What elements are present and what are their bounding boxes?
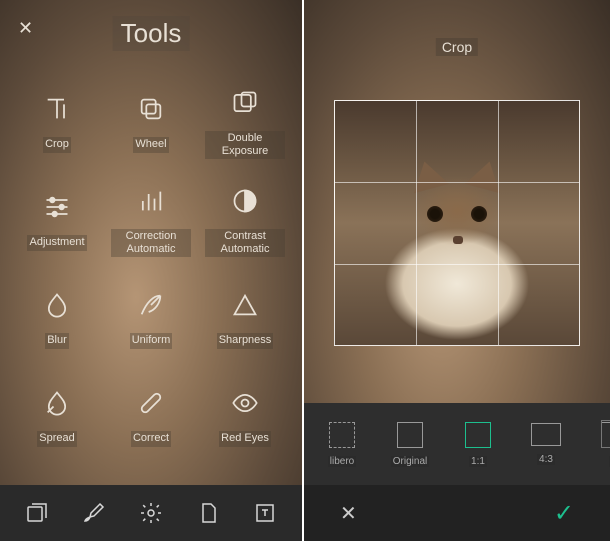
nav-brush-icon[interactable]	[82, 501, 106, 525]
tool-label: Adjustment	[27, 235, 86, 250]
aspect-1-1[interactable]: 1:1	[452, 422, 504, 467]
tool-sharpness[interactable]: Sharpness	[198, 271, 292, 369]
tool-label: Contrast Automatic	[205, 229, 285, 257]
tool-label: Correction Automatic	[111, 229, 191, 257]
crop-pane: Crop libero Original 1:1 4:3	[304, 0, 610, 541]
tools-title: Tools	[113, 16, 190, 51]
tools-grid: Crop Wheel Double Exposure Adjustment Co…	[10, 75, 292, 467]
aspect-ratio-bar: libero Original 1:1 4:3 6	[304, 403, 610, 485]
eye-icon	[231, 389, 259, 417]
close-button[interactable]: ✕	[18, 18, 33, 39]
spread-icon	[43, 389, 71, 417]
tool-blur[interactable]: Blur	[10, 271, 104, 369]
droplet-icon	[43, 291, 71, 319]
text-crop-icon	[43, 95, 71, 123]
crop-gridline	[498, 101, 499, 345]
aspect-more[interactable]: 6	[588, 422, 610, 467]
aspect-more-icon	[601, 422, 610, 448]
aspect-4-3[interactable]: 4:3	[520, 423, 572, 465]
nav-document-icon[interactable]	[196, 501, 220, 525]
aspect-label: 1:1	[469, 456, 487, 467]
double-exposure-icon	[231, 89, 259, 117]
tool-label: Spread	[37, 431, 76, 446]
tool-label: Correct	[131, 431, 171, 446]
aspect-1-1-icon	[465, 422, 491, 448]
bars-icon	[137, 187, 165, 215]
contrast-icon	[231, 187, 259, 215]
feather-icon	[137, 291, 165, 319]
triangle-icon	[231, 291, 259, 319]
tool-label: Double Exposure	[205, 131, 285, 159]
tool-uniform[interactable]: Uniform	[104, 271, 198, 369]
tools-pane: ✕ Tools Crop Wheel Double Exposure Adjus…	[0, 0, 304, 541]
bottom-nav	[0, 485, 302, 541]
crop-frame[interactable]	[334, 100, 580, 346]
tool-label: Sharpness	[217, 333, 274, 348]
tool-adjustment[interactable]: Adjustment	[10, 173, 104, 271]
aspect-original[interactable]: Original	[384, 422, 436, 467]
tool-label: Wheel	[133, 137, 168, 152]
nav-gallery-icon[interactable]	[25, 501, 49, 525]
tool-double-exposure[interactable]: Double Exposure	[198, 75, 292, 173]
aspect-4-3-icon	[531, 423, 561, 446]
crop-gridline	[416, 101, 417, 345]
aspect-label: 4:3	[537, 454, 555, 465]
confirm-button[interactable]: ✓	[554, 499, 574, 528]
aspect-original-icon	[397, 422, 423, 448]
aspect-label: libero	[328, 456, 356, 467]
aspect-free-icon	[329, 422, 355, 448]
tool-label: Blur	[45, 333, 69, 348]
layers-icon	[137, 95, 165, 123]
tool-label: Uniform	[130, 333, 173, 348]
crop-title: Crop	[436, 38, 478, 56]
tool-correct[interactable]: Correct	[104, 369, 198, 467]
tool-auto-correction[interactable]: Correction Automatic	[104, 173, 198, 271]
aspect-label: Original	[391, 456, 429, 467]
confirm-bar: ✕ ✓	[304, 485, 610, 541]
tool-label: Red Eyes	[219, 431, 271, 446]
preview-image	[335, 101, 579, 345]
tool-red-eyes[interactable]: Red Eyes	[198, 369, 292, 467]
tool-label: Crop	[43, 137, 71, 152]
tool-spread[interactable]: Spread	[10, 369, 104, 467]
sliders-icon	[43, 193, 71, 221]
tool-wheel[interactable]: Wheel	[104, 75, 198, 173]
crop-gridline	[335, 264, 579, 265]
tool-crop[interactable]: Crop	[10, 75, 104, 173]
aspect-free[interactable]: libero	[316, 422, 368, 467]
nav-settings-icon[interactable]	[139, 501, 163, 525]
tool-auto-contrast[interactable]: Contrast Automatic	[198, 173, 292, 271]
crop-gridline	[335, 182, 579, 183]
bandage-icon	[137, 389, 165, 417]
cancel-button[interactable]: ✕	[340, 501, 357, 526]
nav-text-frame-icon[interactable]	[253, 501, 277, 525]
